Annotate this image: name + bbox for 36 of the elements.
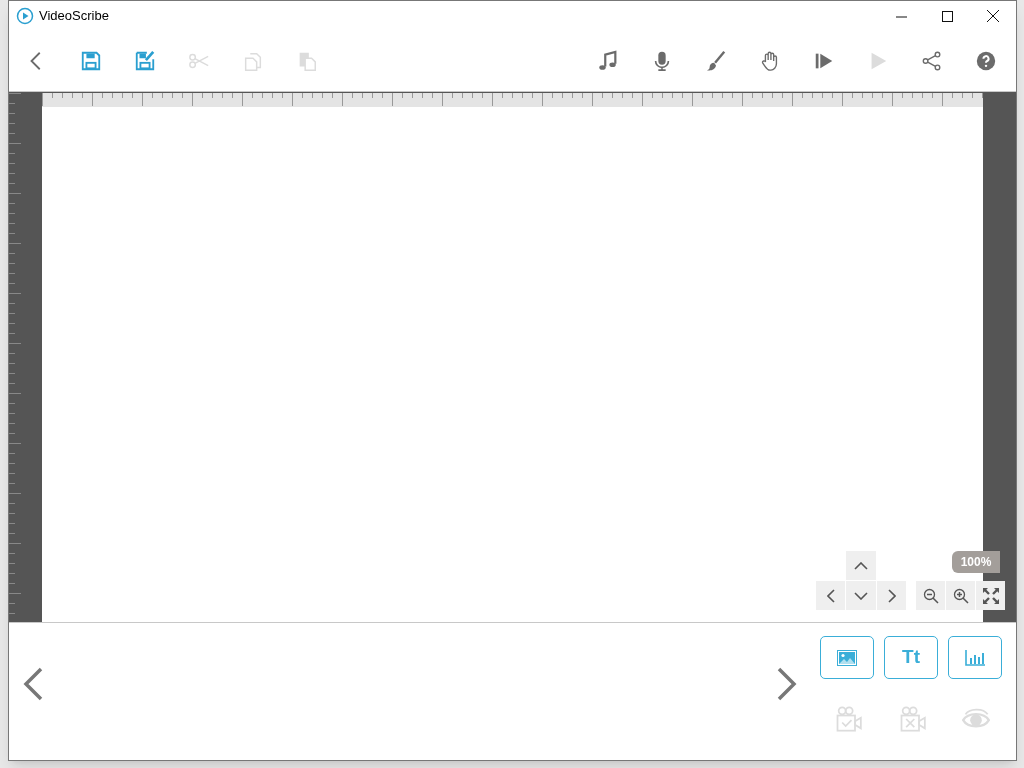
chevron-left-icon <box>23 667 43 701</box>
paintbrush-icon <box>705 50 727 72</box>
chevron-right-icon <box>887 588 896 603</box>
bar-chart-icon <box>965 649 985 666</box>
add-chart-button[interactable] <box>948 636 1002 679</box>
camera-check-icon <box>834 705 862 733</box>
camera-cross-icon <box>898 705 926 733</box>
pan-left-button[interactable] <box>816 581 845 610</box>
help-icon <box>975 50 997 72</box>
expand-icon <box>982 587 999 604</box>
add-text-button[interactable]: Tt <box>884 636 938 679</box>
chevron-up-icon <box>854 561 868 570</box>
chevron-right-icon <box>777 667 797 701</box>
previous-button[interactable] <box>21 667 45 701</box>
add-image-button[interactable] <box>820 636 874 679</box>
window-title: VideoScribe <box>39 7 109 26</box>
zoom-level-label: 100% <box>952 551 1000 573</box>
maximize-icon <box>941 10 953 22</box>
zoom-out-button[interactable] <box>916 581 945 610</box>
music-note-icon <box>597 50 619 72</box>
copy-icon <box>242 50 264 72</box>
pan-up-button[interactable] <box>846 551 876 580</box>
zoom-in-button[interactable] <box>946 581 975 610</box>
zoom-out-icon <box>922 587 939 604</box>
floppy-pencil-icon <box>134 50 156 72</box>
zoom-in-icon <box>952 587 969 604</box>
pan-right-button[interactable] <box>877 581 906 610</box>
chevron-left-icon <box>826 588 835 603</box>
next-button[interactable] <box>775 667 799 701</box>
fit-screen-button[interactable] <box>976 581 1005 610</box>
share-icon <box>921 50 943 72</box>
pan-down-button[interactable] <box>846 581 876 610</box>
close-icon <box>987 10 999 22</box>
image-icon <box>837 649 857 666</box>
chevron-down-icon <box>854 591 868 600</box>
play-logo-icon <box>16 7 34 25</box>
